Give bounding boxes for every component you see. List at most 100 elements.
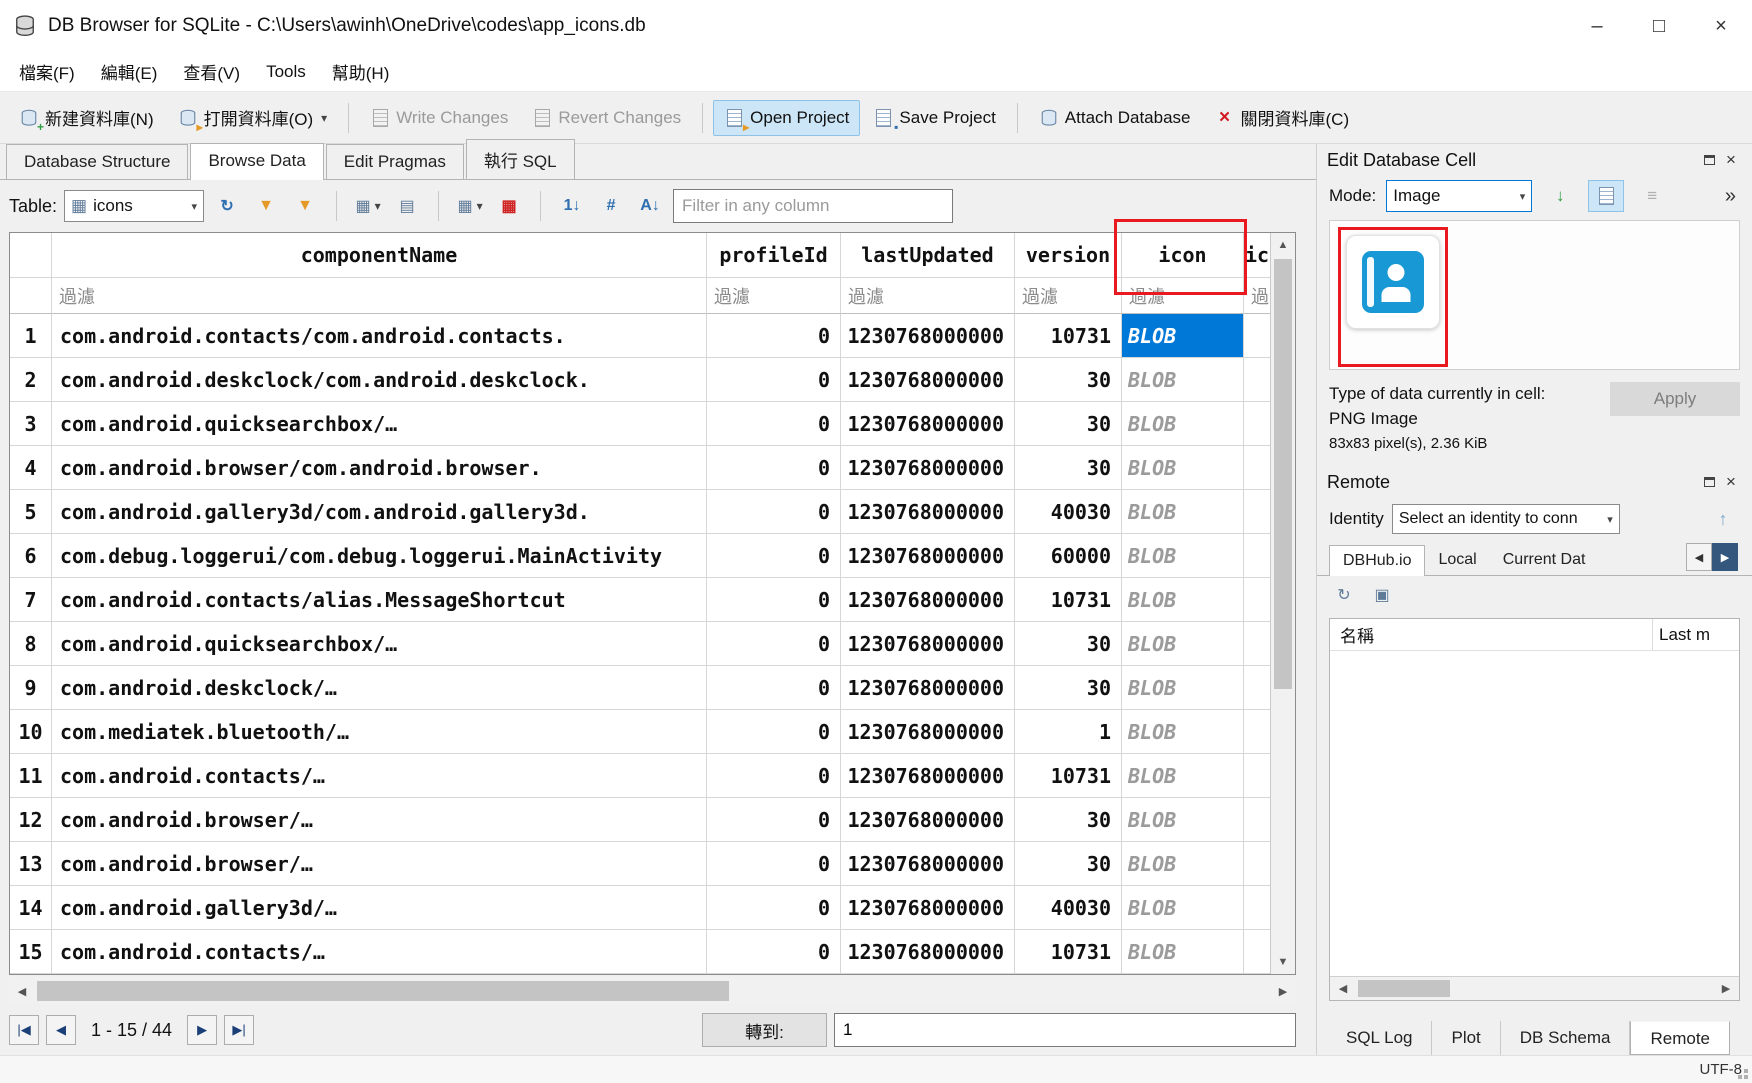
new-record-button[interactable]: ▦ ▾ — [352, 190, 384, 222]
column-header-componentName[interactable]: componentName — [52, 233, 707, 278]
cell-version[interactable]: 10731 — [1015, 578, 1122, 622]
cell-lastUpdated[interactable]: 1230768000000 — [841, 578, 1015, 622]
vertical-scrollbar[interactable]: ▲ ▼ — [1270, 233, 1295, 974]
cell-profileId[interactable]: 0 — [707, 622, 841, 666]
word-wrap-button[interactable]: ≡ — [1634, 180, 1670, 212]
scroll-right-icon[interactable]: ▶ — [1270, 978, 1296, 1004]
cell-partial[interactable] — [1244, 578, 1270, 622]
cell-lastUpdated[interactable]: 1230768000000 — [841, 622, 1015, 666]
cell-lastUpdated[interactable]: 1230768000000 — [841, 314, 1015, 358]
horizontal-scrollbar[interactable]: ◀ ▶ — [9, 978, 1296, 1004]
remote-list-body[interactable] — [1330, 651, 1739, 976]
cell-version[interactable]: 30 — [1015, 666, 1122, 710]
cell-componentName[interactable]: com.android.browser/com.android.browser. — [52, 446, 707, 490]
cell-partial[interactable] — [1244, 886, 1270, 930]
mode-selector[interactable]: Image ▾ — [1386, 180, 1532, 212]
cell-version[interactable]: 1 — [1015, 710, 1122, 754]
menu-file[interactable]: 檔案(F) — [6, 52, 88, 91]
dock-tab-plot[interactable]: Plot — [1432, 1021, 1500, 1055]
close-dock-button[interactable]: × — [1720, 472, 1742, 492]
identity-import-button[interactable]: ↑ — [1706, 504, 1740, 534]
cell-componentName[interactable]: com.android.quicksearchbox/… — [52, 622, 707, 666]
table-row[interactable]: 4 com.android.browser/com.android.browse… — [10, 446, 1270, 490]
cell-icon-blob[interactable]: BLOB — [1122, 710, 1244, 754]
cell-icon-blob[interactable]: BLOB — [1122, 622, 1244, 666]
cell-partial[interactable] — [1244, 314, 1270, 358]
menu-tools[interactable]: Tools — [253, 52, 319, 91]
cell-partial[interactable] — [1244, 490, 1270, 534]
table-row[interactable]: 9 com.android.deskclock/… 0 123076800000… — [10, 666, 1270, 710]
cell-lastUpdated[interactable]: 1230768000000 — [841, 490, 1015, 534]
row-number-cell[interactable]: 1 — [10, 314, 52, 358]
cell-version[interactable]: 30 — [1015, 842, 1122, 886]
table-row[interactable]: 13 com.android.browser/… 0 1230768000000… — [10, 842, 1270, 886]
tab-execute-sql[interactable]: 執行 SQL — [466, 139, 575, 179]
cell-componentName[interactable]: com.android.deskclock/com.android.deskcl… — [52, 358, 707, 402]
cell-icon-blob[interactable]: BLOB — [1122, 446, 1244, 490]
revert-changes-button[interactable]: Revert Changes — [521, 100, 692, 136]
tab-browse-data[interactable]: Browse Data — [190, 143, 323, 180]
remote-scroll-thumb[interactable] — [1358, 980, 1450, 997]
float-dock-button[interactable] — [1698, 472, 1720, 492]
cell-partial[interactable] — [1244, 358, 1270, 402]
row-number-cell[interactable]: 15 — [10, 930, 52, 974]
cell-lastUpdated[interactable]: 1230768000000 — [841, 930, 1015, 974]
filter-input-profileId[interactable]: 過濾 — [707, 278, 841, 314]
cell-lastUpdated[interactable]: 1230768000000 — [841, 754, 1015, 798]
row-number-cell[interactable]: 5 — [10, 490, 52, 534]
remote-refresh-button[interactable]: ↻ — [1329, 581, 1359, 609]
cell-partial[interactable] — [1244, 842, 1270, 886]
vertical-scroll-thumb[interactable] — [1274, 259, 1292, 689]
cell-icon-blob[interactable]: BLOB — [1122, 798, 1244, 842]
menu-edit[interactable]: 編輯(E) — [88, 52, 171, 91]
cell-componentName[interactable]: com.android.browser/… — [52, 842, 707, 886]
identity-selector[interactable]: Select an identity to conne ▾ — [1392, 504, 1620, 534]
cell-version[interactable]: 30 — [1015, 358, 1122, 402]
next-page-button[interactable]: ▶ — [187, 1015, 217, 1045]
tab-scroll-right-icon[interactable]: ▶ — [1712, 543, 1738, 571]
cell-profileId[interactable]: 0 — [707, 842, 841, 886]
table-row[interactable]: 14 com.android.gallery3d/… 0 12307680000… — [10, 886, 1270, 930]
cell-lastUpdated[interactable]: 1230768000000 — [841, 446, 1015, 490]
cell-version[interactable]: 30 — [1015, 446, 1122, 490]
cell-profileId[interactable]: 0 — [707, 930, 841, 974]
filter-input-lastUpdated[interactable]: 過濾 — [841, 278, 1015, 314]
row-number-cell[interactable]: 12 — [10, 798, 52, 842]
cell-componentName[interactable]: com.mediatek.bluetooth/… — [52, 710, 707, 754]
scroll-down-icon[interactable]: ▼ — [1271, 950, 1295, 974]
save-filter-button[interactable]: ▼ — [289, 190, 321, 222]
cell-icon-blob[interactable]: BLOB — [1122, 578, 1244, 622]
table-row[interactable]: 3 com.android.quicksearchbox/… 0 1230768… — [10, 402, 1270, 446]
cell-version[interactable]: 30 — [1015, 402, 1122, 446]
column-header-lastUpdated[interactable]: lastUpdated — [841, 233, 1015, 278]
cell-version[interactable]: 60000 — [1015, 534, 1122, 578]
cell-lastUpdated[interactable]: 1230768000000 — [841, 358, 1015, 402]
table-row[interactable]: 5 com.android.gallery3d/com.android.gall… — [10, 490, 1270, 534]
last-page-button[interactable]: ▶| — [224, 1015, 254, 1045]
cell-icon-blob[interactable]: BLOB — [1122, 666, 1244, 710]
table-row[interactable]: 11 com.android.contacts/… 0 123076800000… — [10, 754, 1270, 798]
cell-icon-blob[interactable]: BLOB — [1122, 842, 1244, 886]
dock-tab-sql-log[interactable]: SQL Log — [1327, 1021, 1432, 1055]
cell-partial[interactable] — [1244, 710, 1270, 754]
scroll-left-icon[interactable]: ◀ — [1330, 977, 1356, 1000]
cell-version[interactable]: 10731 — [1015, 754, 1122, 798]
table-selector[interactable]: ▦ icons ▾ — [64, 190, 204, 222]
cell-lastUpdated[interactable]: 1230768000000 — [841, 710, 1015, 754]
cell-componentName[interactable]: com.android.contacts/… — [52, 930, 707, 974]
cell-version[interactable]: 30 — [1015, 798, 1122, 842]
cell-icon-blob[interactable]: BLOB — [1122, 358, 1244, 402]
refresh-button[interactable]: ↻ — [211, 190, 243, 222]
scroll-right-icon[interactable]: ▶ — [1713, 977, 1739, 1000]
cell-profileId[interactable]: 0 — [707, 490, 841, 534]
maximize-button[interactable]: □ — [1628, 0, 1690, 52]
row-number-cell[interactable]: 10 — [10, 710, 52, 754]
cell-partial[interactable] — [1244, 754, 1270, 798]
menu-help[interactable]: 幫助(H) — [319, 52, 403, 91]
cell-version[interactable]: 10731 — [1015, 314, 1122, 358]
row-number-cell[interactable]: 6 — [10, 534, 52, 578]
table-row[interactable]: 6 com.debug.loggerui/com.debug.loggerui.… — [10, 534, 1270, 578]
table-row[interactable]: 10 com.mediatek.bluetooth/… 0 1230768000… — [10, 710, 1270, 754]
cell-icon-blob[interactable]: BLOB — [1122, 930, 1244, 974]
cell-componentName[interactable]: com.android.browser/… — [52, 798, 707, 842]
